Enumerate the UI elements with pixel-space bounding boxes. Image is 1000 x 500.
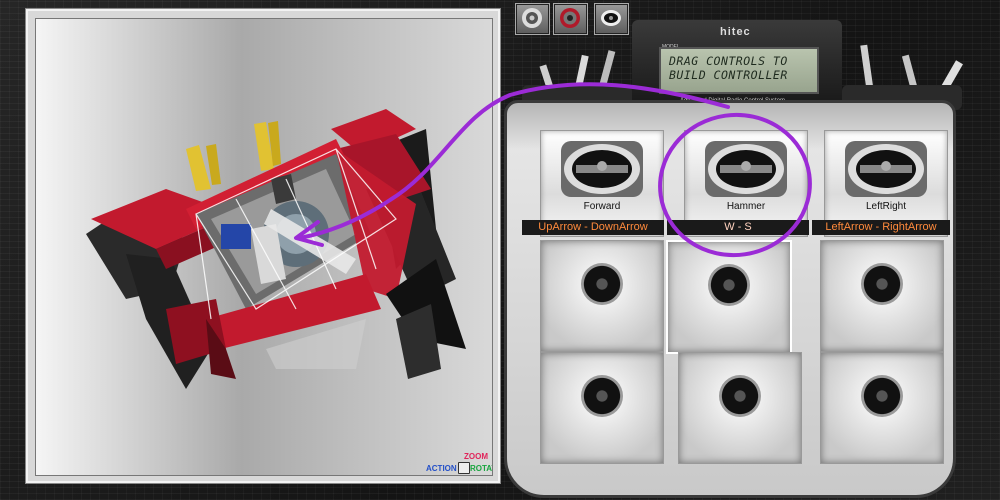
empty-slot[interactable]	[540, 352, 664, 464]
robot-viewport[interactable]: ZOOM ACTION ROTATE	[26, 9, 500, 483]
socket-icon	[719, 375, 761, 417]
stick-label-hammer: Hammer	[726, 201, 766, 212]
key-binding-forward: UpArrow - DownArrow	[522, 220, 664, 235]
stick-label-forward: Forward	[583, 201, 621, 212]
joystick-icon	[561, 141, 643, 197]
robot-view-canvas[interactable]: ZOOM ACTION ROTATE	[35, 18, 493, 476]
rotate-label[interactable]: ROTATE	[470, 464, 492, 473]
empty-slot-selected[interactable]	[666, 240, 792, 354]
joystick-icon	[845, 141, 927, 197]
view-controls-legend[interactable]: ZOOM ACTION ROTATE	[424, 451, 492, 475]
empty-slot[interactable]	[820, 240, 944, 352]
socket-icon	[581, 375, 623, 417]
brand-logo: hitec	[720, 26, 751, 38]
robot-model[interactable]	[36, 19, 492, 475]
lcd-line-1: DRAG CONTROLS TO	[669, 54, 788, 68]
action-label[interactable]: ACTION	[426, 464, 457, 473]
socket-icon	[708, 264, 750, 306]
view-control-icon[interactable]	[458, 462, 470, 474]
empty-slot[interactable]	[540, 240, 664, 352]
key-binding-hammer: W - S	[667, 220, 809, 235]
empty-slot[interactable]	[678, 352, 802, 464]
socket-icon	[861, 375, 903, 417]
stick-label-leftright: LeftRight	[865, 201, 907, 212]
lcd-screen: DRAG CONTROLS TO BUILD CONTROLLER	[659, 47, 819, 94]
transmitter-controller: hitec MODEL DRAG CONTROLS TO BUILD CONTR…	[502, 0, 972, 500]
empty-slot[interactable]	[820, 352, 944, 464]
socket-icon	[861, 263, 903, 305]
key-binding-leftright: LeftArrow - RightArrow	[812, 220, 950, 235]
lcd-line-2: BUILD CONTROLLER	[669, 68, 788, 82]
zoom-label[interactable]: ZOOM	[464, 452, 488, 461]
joystick-icon	[705, 141, 787, 197]
socket-icon	[581, 263, 623, 305]
